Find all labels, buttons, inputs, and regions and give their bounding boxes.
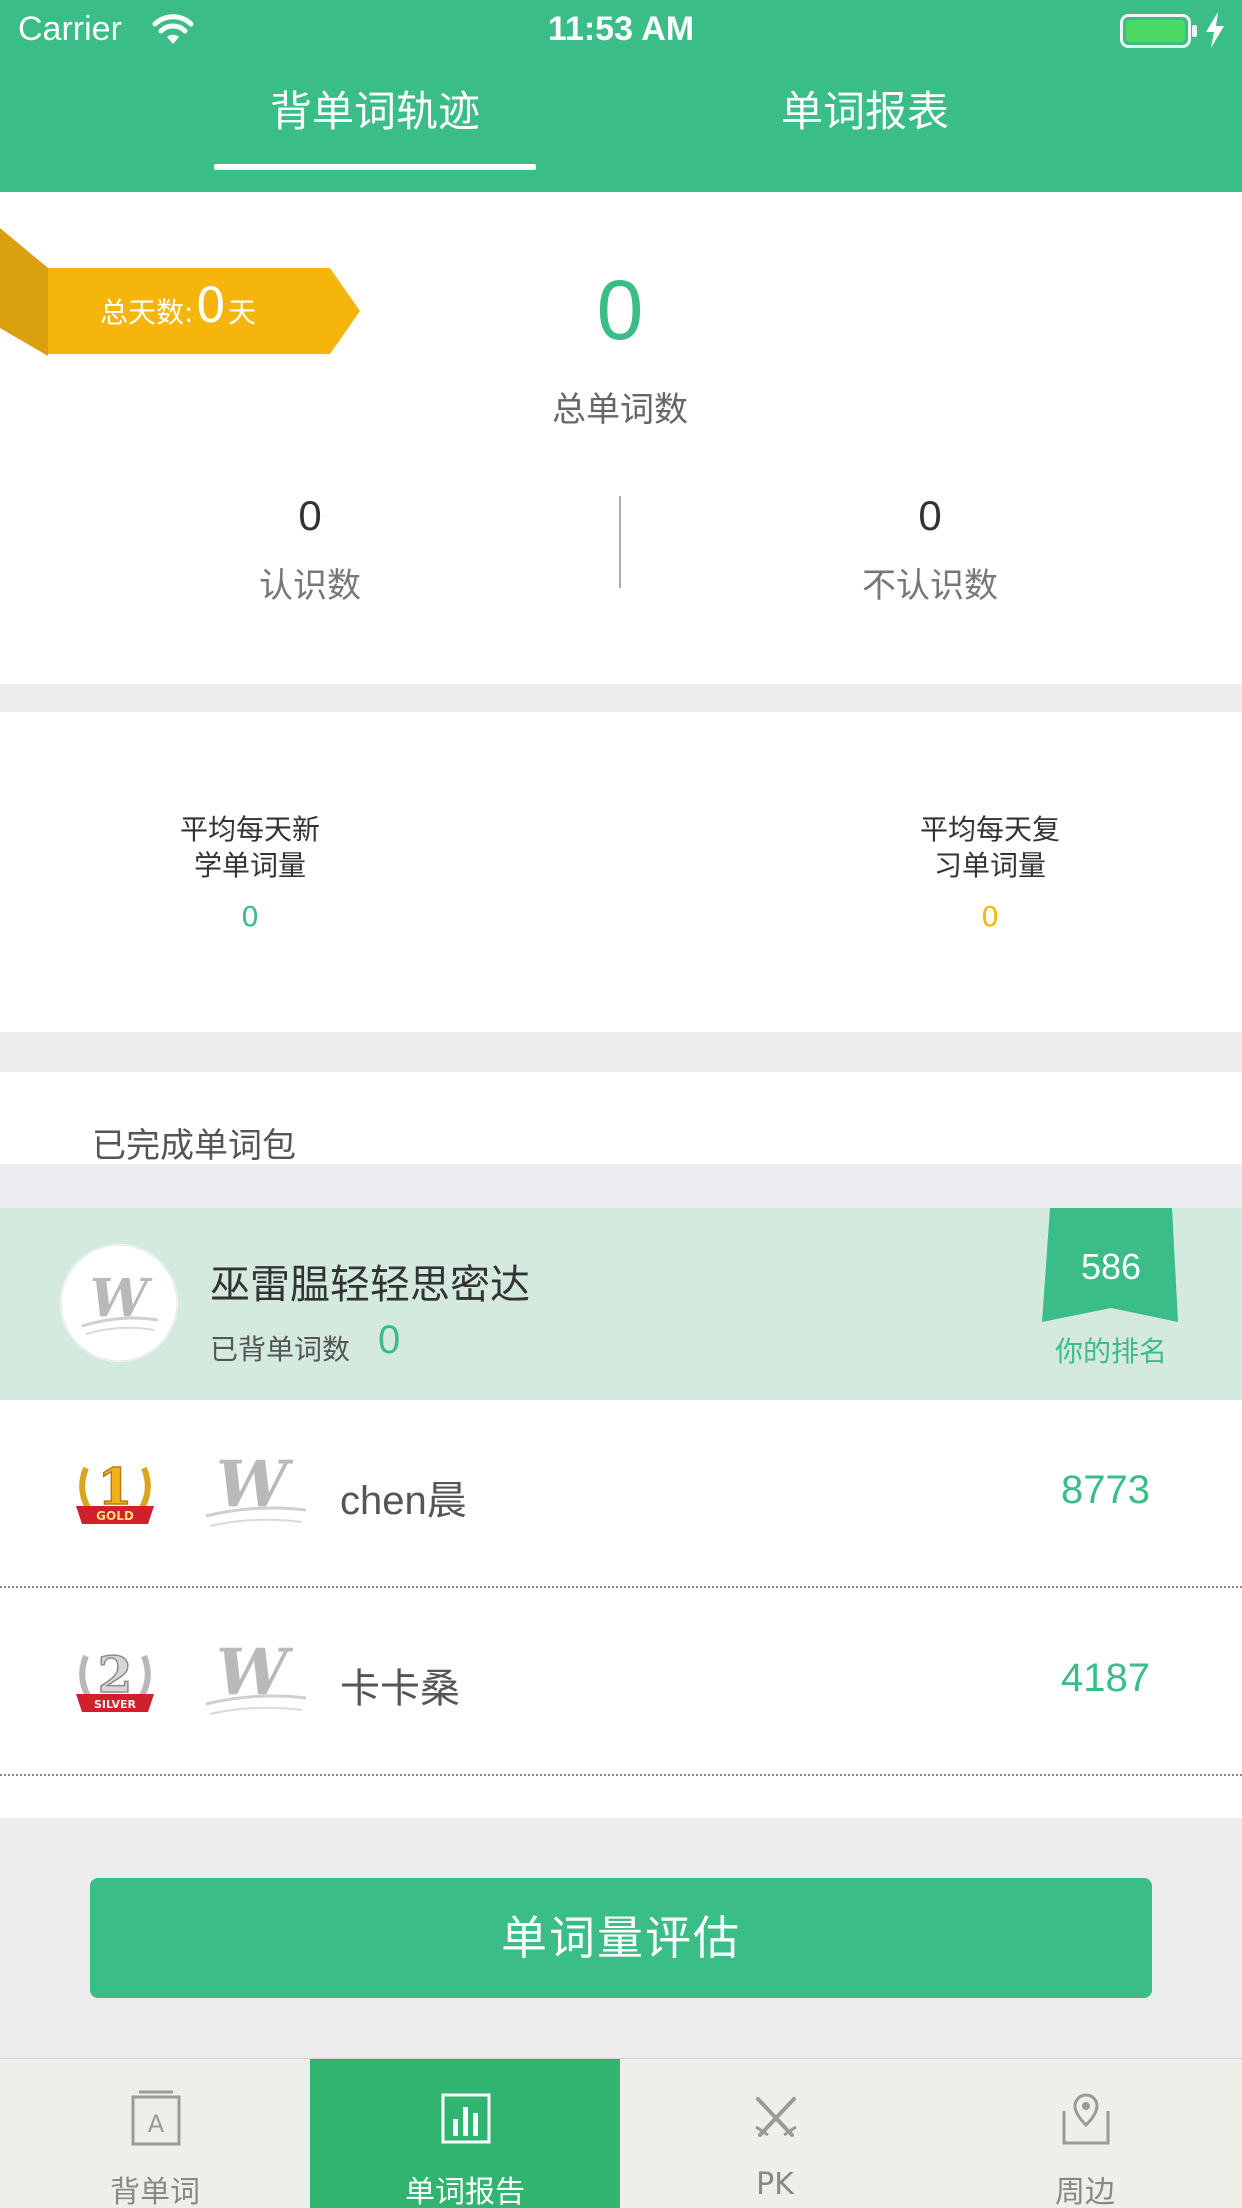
unknown-label: 不认识数 bbox=[862, 566, 998, 606]
avg-new-words-value: 0 bbox=[241, 900, 259, 933]
tabbar-item-report[interactable]: 单词报告 bbox=[310, 2059, 620, 2208]
known-label: 认识数 bbox=[259, 566, 361, 606]
tab-word-track[interactable]: 背单词轨迹 bbox=[214, 82, 536, 142]
svg-text:SILVER: SILVER bbox=[94, 1698, 137, 1711]
tabbar-item-pk[interactable]: PK bbox=[620, 2059, 930, 2208]
bar-chart-icon bbox=[441, 2093, 491, 2144]
leaderboard-username: chen晨 bbox=[340, 1479, 467, 1523]
leaderboard-username: 卡卡桑 bbox=[340, 1667, 460, 1711]
unknown-count: 0 bbox=[918, 492, 942, 539]
avg-review-words-value: 0 bbox=[981, 900, 999, 933]
total-days: 总天数: 0 天 bbox=[100, 282, 350, 346]
section-separator bbox=[0, 1032, 1242, 1072]
total-days-suffix: 天 bbox=[227, 296, 256, 329]
gold-medal-icon: 1 GOLD bbox=[76, 1458, 154, 1524]
status-bar: Carrier 11:53 AM bbox=[0, 0, 1242, 62]
vocabulary-assessment-button[interactable]: 单词量评估 bbox=[90, 1878, 1152, 1998]
my-words-count: 0 bbox=[378, 1318, 401, 1362]
section-separator bbox=[0, 1164, 1242, 1208]
my-words-count-label: 已背单词数 bbox=[210, 1333, 351, 1366]
leaderboard-score: 4187 bbox=[1061, 1656, 1150, 1700]
avatar: W bbox=[205, 1450, 307, 1527]
svg-text:GOLD: GOLD bbox=[96, 1509, 134, 1523]
tab-word-report[interactable]: 单词报表 bbox=[700, 82, 1030, 142]
my-username: 巫雷腽轻轻思密达 bbox=[210, 1262, 530, 1308]
total-days-prefix: 总天数: bbox=[100, 296, 194, 329]
charging-bolt-icon bbox=[1206, 12, 1224, 48]
tabbar-label: 背单词 bbox=[110, 2175, 200, 2208]
stat-divider bbox=[619, 496, 621, 588]
total-days-value: 0 bbox=[195, 278, 226, 334]
avg-review-words-label: 平均每天复 习单词量 bbox=[919, 813, 1060, 882]
row-divider bbox=[0, 1774, 1242, 1776]
avatar: W bbox=[205, 1638, 307, 1715]
completed-packs-title: 已完成单词包 bbox=[92, 1126, 296, 1166]
crossed-swords-icon bbox=[755, 2097, 797, 2137]
known-count: 0 bbox=[298, 492, 322, 539]
flashcard-a-icon: A bbox=[131, 2090, 181, 2146]
tabbar-item-memorize[interactable]: A 背单词 bbox=[0, 2059, 310, 2208]
leaderboard-row[interactable]: 1 GOLD W chen晨 8773 bbox=[0, 1400, 1242, 1588]
tabbar-item-nearby[interactable]: 周边 bbox=[930, 2059, 1240, 2208]
my-rank-label: 你的排名 bbox=[1054, 1335, 1167, 1368]
tabbar-label: PK bbox=[756, 2167, 794, 2202]
my-rank-number: 586 bbox=[1080, 1246, 1142, 1287]
bottom-tab-bar: A 背单词 单词报告 PK 周边 bbox=[0, 2058, 1242, 2208]
top-header: Carrier 11:53 AM 背单词轨迹 单词报表 bbox=[0, 0, 1242, 192]
silver-medal-icon: 2 SILVER bbox=[76, 1646, 154, 1712]
section-separator bbox=[0, 684, 1242, 712]
leaderboard-row[interactable]: 2 SILVER W 卡卡桑 4187 bbox=[0, 1588, 1242, 1776]
status-time: 11:53 AM bbox=[547, 10, 695, 48]
total-words-count: 0 bbox=[596, 263, 644, 357]
avatar: W bbox=[60, 1244, 178, 1362]
total-words-label: 总单词数 bbox=[552, 390, 688, 430]
tabbar-label: 单词报告 bbox=[405, 2175, 525, 2208]
svg-text:A: A bbox=[148, 2110, 165, 2138]
battery-icon bbox=[1120, 14, 1197, 48]
tabbar-label: 周边 bbox=[1055, 2175, 1115, 2208]
active-tab-indicator bbox=[214, 164, 536, 170]
map-pin-icon bbox=[1062, 2093, 1110, 2145]
avg-new-words-label: 平均每天新 学单词量 bbox=[179, 813, 320, 882]
leaderboard-score: 8773 bbox=[1061, 1468, 1150, 1512]
